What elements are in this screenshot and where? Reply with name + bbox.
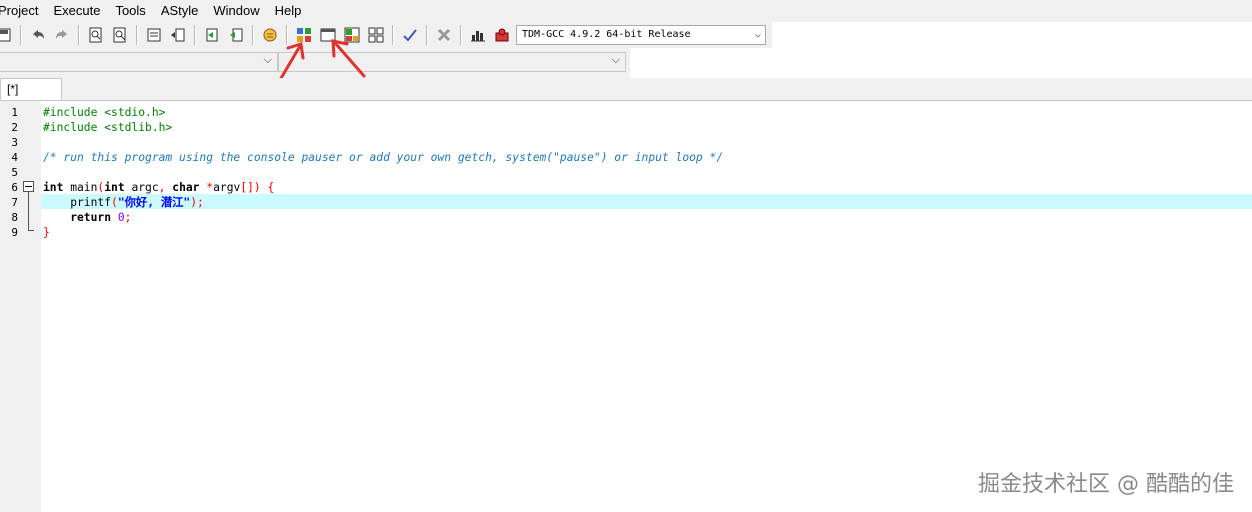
code-token: );	[190, 196, 204, 209]
code-token: (	[111, 196, 118, 209]
menu-tools[interactable]: Tools	[107, 0, 152, 22]
goto-icon[interactable]	[202, 25, 222, 45]
menu-astyle[interactable]: AStyle	[153, 0, 206, 22]
watermark: 掘金技术社区 @ 酷酷的佳	[978, 472, 1234, 497]
code-line: printf("你好, 潜江");	[43, 195, 204, 210]
code-line: }	[43, 226, 50, 239]
line-number: 8	[11, 211, 18, 224]
menu-window[interactable]: Window	[205, 0, 266, 22]
code-line: return 0;	[43, 210, 131, 225]
toolbar-separator	[78, 25, 80, 45]
line-number: 7	[11, 196, 18, 209]
indent-icon[interactable]	[144, 25, 164, 45]
code-token: int	[43, 181, 64, 194]
toolbar-separator	[392, 25, 394, 45]
code-line: /* run this program using the console pa…	[43, 151, 724, 164]
debug-icon[interactable]	[492, 25, 512, 45]
code-token: printf	[43, 196, 112, 209]
save-icon[interactable]	[0, 25, 14, 45]
line-number: 5	[11, 166, 18, 179]
bookmark-icon[interactable]	[226, 25, 246, 45]
code-token: "你好, 潜江"	[117, 196, 191, 209]
toolbar-separator	[194, 25, 196, 45]
compiler-select-value: TDM-GCC 4.9.2 64-bit Release	[522, 29, 691, 40]
fold-guide-end	[28, 230, 34, 231]
line-number: 2	[11, 121, 18, 134]
toolbar-separator	[252, 25, 254, 45]
file-tab-bar: [*] main.c	[0, 78, 1252, 117]
menu-execute[interactable]: Execute	[45, 0, 107, 22]
fold-guide	[28, 191, 29, 231]
code-line: #include <stdlib.h>	[43, 121, 173, 134]
replace-icon[interactable]	[110, 25, 130, 45]
code-line: int main(int argc, char *argv[]) {	[43, 180, 274, 195]
current-line-highlight	[41, 194, 1252, 209]
toolbar-separator	[136, 25, 138, 45]
toolbar-separator	[20, 25, 22, 45]
toolbar-separator	[426, 25, 428, 45]
code-token: 0	[111, 211, 125, 224]
menu-project[interactable]: Project	[0, 0, 45, 22]
toolbar-separator	[460, 25, 462, 45]
line-number: 1	[11, 106, 18, 119]
code-token: argv	[213, 181, 241, 194]
find-icon[interactable]	[86, 25, 106, 45]
code-line: #include <stdio.h>	[43, 106, 166, 119]
code-token: int	[104, 181, 125, 194]
chevron-down-icon: ⌵	[611, 54, 620, 66]
chart-icon[interactable]	[468, 25, 488, 45]
code-token: char	[165, 181, 200, 194]
code-token: *	[199, 181, 214, 194]
line-number: 4	[11, 151, 18, 164]
code-token: ;	[124, 211, 132, 224]
unindent-icon[interactable]	[168, 25, 188, 45]
menu-bar: Project Execute Tools AStyle Window Help	[0, 0, 1252, 22]
code-token: main	[63, 181, 98, 194]
class-combo[interactable]: ⌵	[0, 52, 278, 72]
menu-help[interactable]: Help	[267, 0, 309, 22]
stop-icon[interactable]	[434, 25, 454, 45]
line-number-gutter: 1 2 3 4 5 6 7 8 9	[0, 101, 41, 512]
code-token: return	[43, 211, 112, 224]
tab-main-c[interactable]: [*] main.c	[0, 78, 62, 117]
chevron-down-icon: ⌵	[754, 29, 761, 40]
compiler-select[interactable]: TDM-GCC 4.9.2 64-bit Release ⌵	[516, 25, 766, 45]
code-editor[interactable]: #include <stdio.h> #include <stdlib.h> /…	[41, 101, 1252, 512]
undo-icon[interactable]	[28, 25, 48, 45]
line-number: 9	[11, 226, 18, 239]
code-token: argc	[124, 181, 159, 194]
redo-icon[interactable]	[52, 25, 72, 45]
line-number: 3	[11, 136, 18, 149]
code-token: []) {	[240, 181, 275, 194]
line-number: 6	[11, 181, 18, 194]
syntax-check-icon[interactable]	[400, 25, 420, 45]
